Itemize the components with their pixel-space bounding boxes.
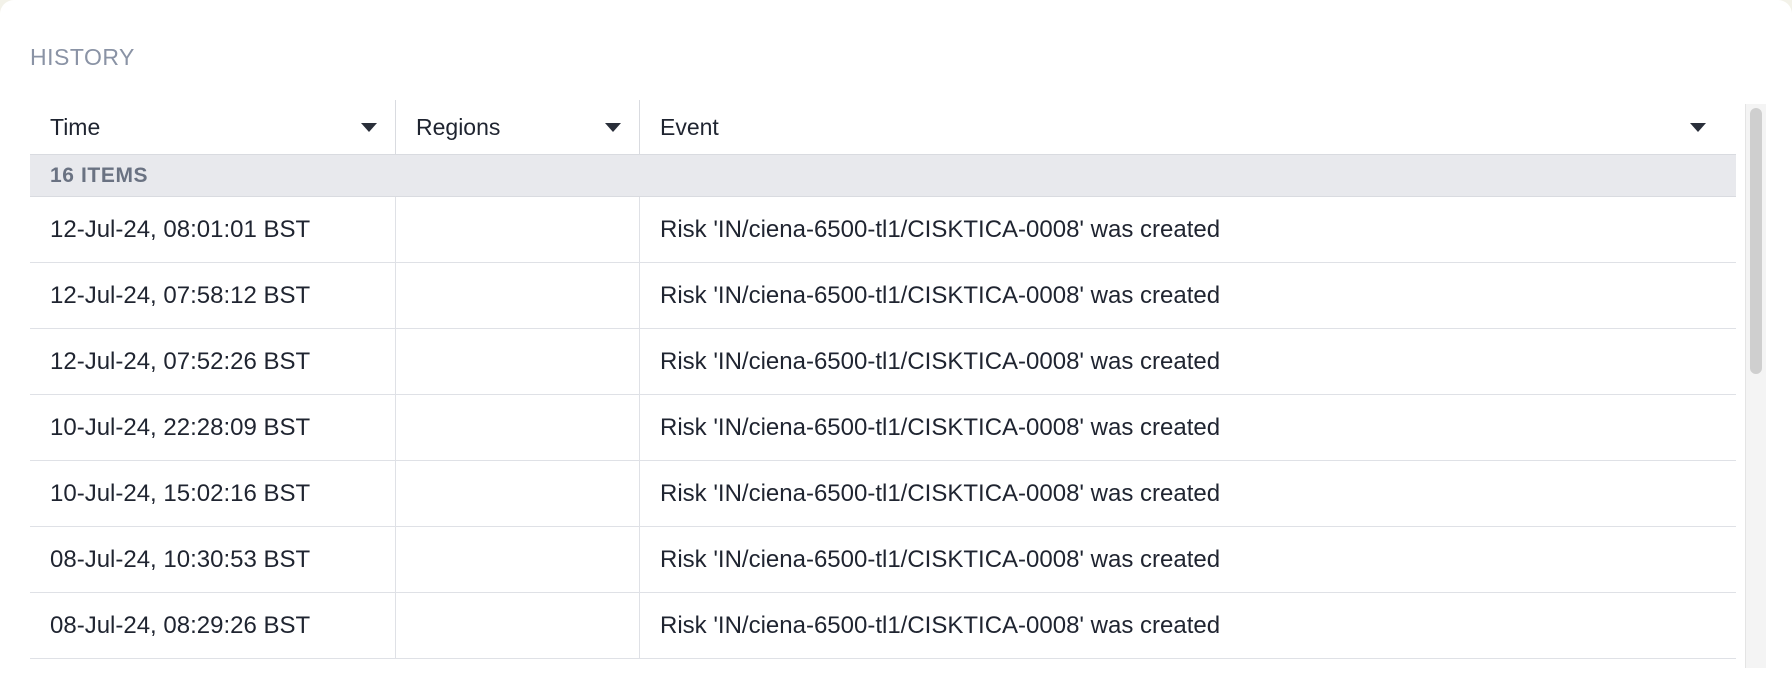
event-cell: Risk 'IN/ciena-6500-tl1/CISKTICA-0008' w…: [639, 263, 1736, 328]
event-cell: Risk 'IN/ciena-6500-tl1/CISKTICA-0008' w…: [639, 395, 1736, 460]
event-cell: Risk 'IN/ciena-6500-tl1/CISKTICA-0008' w…: [639, 197, 1736, 262]
column-header-label: Regions: [416, 114, 501, 140]
section-title: HISTORY: [30, 44, 135, 70]
table-row[interactable]: 12-Jul-24, 08:01:01 BST Risk 'IN/ciena-6…: [30, 197, 1736, 263]
scrollbar-thumb[interactable]: [1750, 108, 1762, 374]
column-header-label: Event: [660, 114, 719, 140]
time-cell: 10-Jul-24, 22:28:09 BST: [50, 414, 311, 441]
time-cell: 12-Jul-24, 07:58:12 BST: [50, 282, 311, 309]
regions-cell: [395, 395, 639, 460]
history-table: Time Regions Event 16 ITEMS 12-Jul-24, 0…: [30, 100, 1736, 668]
regions-cell: [395, 197, 639, 262]
time-cell: 12-Jul-24, 07:52:26 BST: [50, 348, 311, 375]
event-cell: Risk 'IN/ciena-6500-tl1/CISKTICA-0008' w…: [639, 593, 1736, 658]
chevron-down-icon[interactable]: [605, 123, 621, 132]
regions-cell: [395, 329, 639, 394]
chevron-down-icon[interactable]: [361, 123, 377, 132]
table-row[interactable]: 08-Jul-24, 08:29:26 BST Risk 'IN/ciena-6…: [30, 593, 1736, 659]
history-panel: HISTORY Time Regions Event 16 ITEMS 12-J…: [0, 0, 1792, 688]
group-header[interactable]: 16 ITEMS: [30, 155, 1736, 197]
time-cell: 12-Jul-24, 08:01:01 BST: [50, 216, 311, 243]
time-cell: 10-Jul-24, 15:02:16 BST: [50, 480, 311, 507]
table-row[interactable]: 12-Jul-24, 07:52:26 BST Risk 'IN/ciena-6…: [30, 329, 1736, 395]
regions-cell: [395, 593, 639, 658]
time-cell: 08-Jul-24, 10:30:53 BST: [50, 546, 311, 573]
chevron-down-icon[interactable]: [1690, 123, 1706, 132]
table-row[interactable]: 10-Jul-24, 15:02:16 BST Risk 'IN/ciena-6…: [30, 461, 1736, 527]
regions-cell: [395, 263, 639, 328]
regions-cell: [395, 461, 639, 526]
column-header-time[interactable]: Time: [30, 100, 395, 154]
column-header-label: Time: [50, 114, 101, 140]
column-header-regions[interactable]: Regions: [395, 100, 639, 154]
event-cell: Risk 'IN/ciena-6500-tl1/CISKTICA-0008' w…: [639, 329, 1736, 394]
regions-cell: [395, 527, 639, 592]
column-header-event[interactable]: Event: [639, 100, 1736, 154]
time-cell: 08-Jul-24, 08:29:26 BST: [50, 612, 311, 639]
table-row[interactable]: 08-Jul-24, 10:30:53 BST Risk 'IN/ciena-6…: [30, 527, 1736, 593]
table-row[interactable]: 10-Jul-24, 22:28:09 BST Risk 'IN/ciena-6…: [30, 395, 1736, 461]
table-header: Time Regions Event: [30, 100, 1736, 155]
event-cell: Risk 'IN/ciena-6500-tl1/CISKTICA-0008' w…: [639, 461, 1736, 526]
vertical-scrollbar[interactable]: [1745, 104, 1766, 668]
table-row[interactable]: 12-Jul-24, 07:58:12 BST Risk 'IN/ciena-6…: [30, 263, 1736, 329]
event-cell: Risk 'IN/ciena-6500-tl1/CISKTICA-0008' w…: [639, 527, 1736, 592]
